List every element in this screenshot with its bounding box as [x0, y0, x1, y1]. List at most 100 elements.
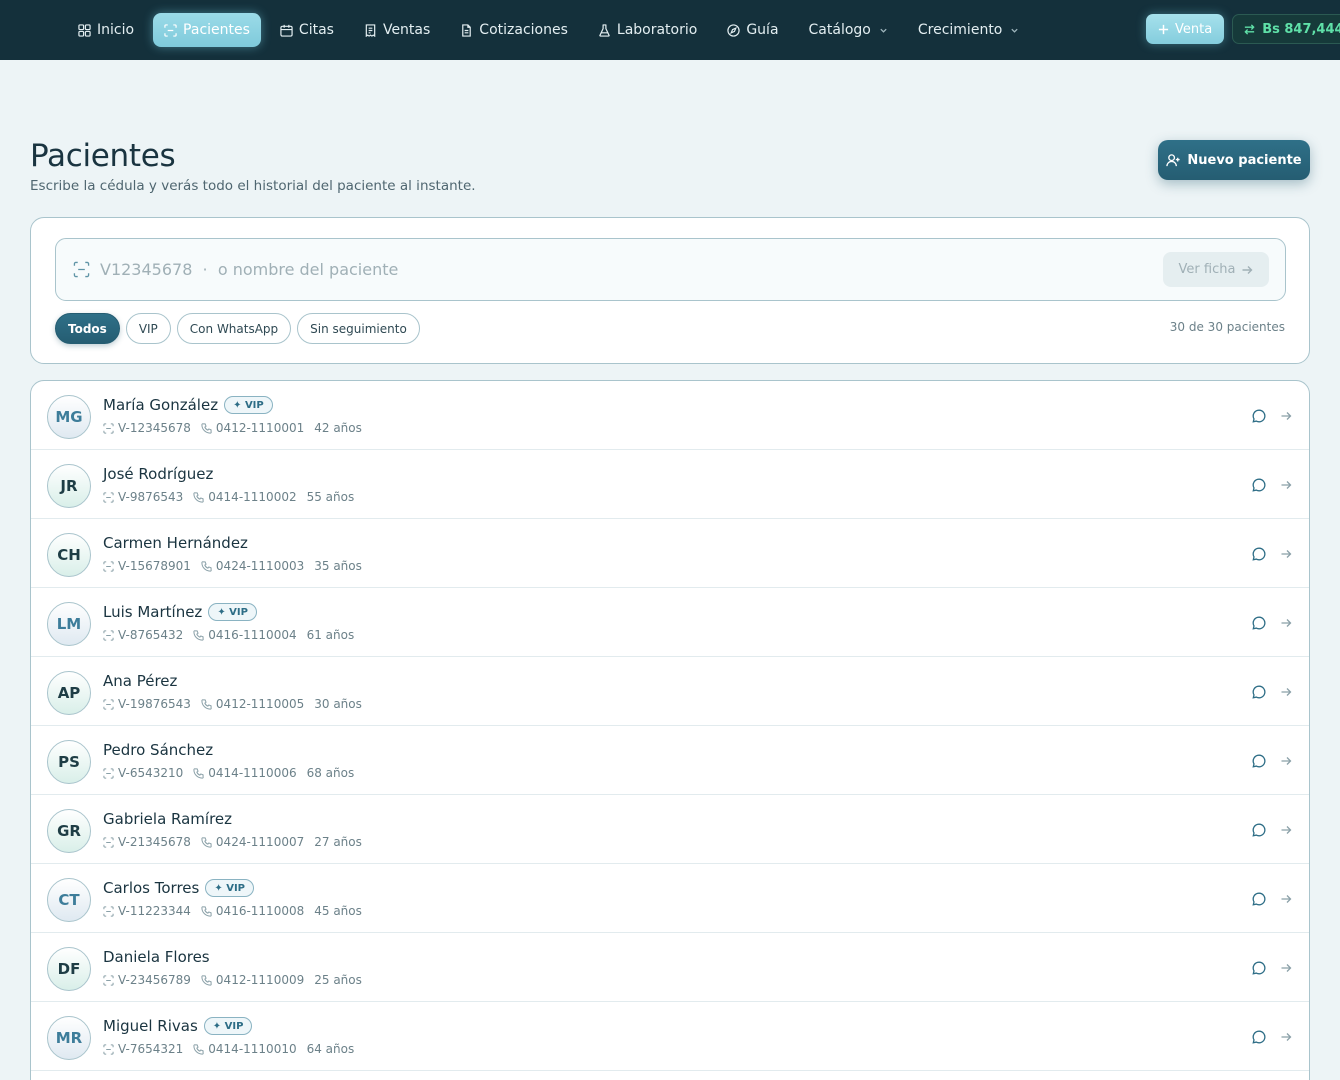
- search-input[interactable]: [100, 249, 1140, 290]
- nav-item-label: Citas: [298, 22, 334, 38]
- chevron-down-icon: [880, 28, 887, 33]
- patient-age: 30 años: [314, 697, 362, 711]
- nav-item-ventas[interactable]: Ventas: [353, 13, 441, 47]
- nav-menu: Inicio Pacientes Citas Ventas Cotizacion…: [67, 13, 1038, 47]
- patient-row[interactable]: DF Daniela Flores V-23456789 0412-111000…: [31, 933, 1309, 1002]
- avatar: MR: [47, 1016, 91, 1060]
- nav-item-label: Laboratorio: [616, 22, 698, 38]
- filter-chip-whatsapp[interactable]: Con WhatsApp: [176, 313, 292, 344]
- phone-icon: [201, 422, 212, 434]
- arrow-right-icon[interactable]: [1280, 1031, 1292, 1043]
- avatar-initials: DF: [57, 960, 81, 978]
- patient-meta: V-6543210 0414-1110006 68 años: [103, 766, 354, 780]
- patient-id: V-15678901: [118, 559, 191, 573]
- nav-item-label: Ventas: [382, 22, 431, 38]
- patient-id: V-9876543: [118, 490, 184, 504]
- arrow-right-icon[interactable]: [1280, 410, 1292, 422]
- avatar: CH: [47, 533, 91, 577]
- top-navbar: Inicio Pacientes Citas Ventas Cotizacion…: [0, 0, 1340, 60]
- whatsapp-icon[interactable]: [1252, 685, 1266, 699]
- whatsapp-icon[interactable]: [1252, 961, 1266, 975]
- patient-row[interactable]: PS Pedro Sánchez V-6543210 0414-1110006 …: [31, 726, 1309, 795]
- whatsapp-icon[interactable]: [1252, 823, 1266, 837]
- patient-row[interactable]: GR Gabriela Ramírez V-21345678 0424-1110…: [31, 795, 1309, 864]
- patient-id: V-12345678: [118, 421, 191, 435]
- nav-item-catalogo[interactable]: Catálogo: [798, 13, 899, 47]
- avatar-initials: AP: [57, 684, 81, 702]
- arrow-right-icon[interactable]: [1280, 617, 1292, 629]
- patient-row[interactable]: JR José Rodríguez V-9876543 0414-1110002…: [31, 450, 1309, 519]
- view-record-button[interactable]: Ver ficha: [1163, 252, 1269, 287]
- patient-phone-group: 0412-1110005: [201, 697, 304, 711]
- patient-meta: V-21345678 0424-1110007 27 años: [103, 835, 362, 849]
- patient-meta: V-8765432 0416-1110004 61 años: [103, 628, 354, 642]
- patient-row[interactable]: LM Luis Martínez ✦ VIP V-8765432 0416-11…: [31, 588, 1309, 657]
- nav-item-guia[interactable]: Guía: [716, 13, 789, 47]
- id-scan-icon: [103, 836, 114, 848]
- patient-row[interactable]: MG María González ✦ VIP V-12345678 0412-…: [31, 381, 1309, 450]
- filter-chip-sin-seguimiento[interactable]: Sin seguimiento: [297, 313, 420, 344]
- vip-badge: ✦ VIP: [224, 396, 273, 414]
- patient-name: Daniela Flores: [103, 948, 210, 966]
- new-sale-label: Venta: [1175, 21, 1213, 37]
- whatsapp-icon[interactable]: [1252, 478, 1266, 492]
- arrow-right-icon[interactable]: [1280, 824, 1292, 836]
- arrow-right-icon[interactable]: [1280, 755, 1292, 767]
- patient-name-line: Miguel Rivas ✦ VIP: [103, 1017, 253, 1035]
- patient-meta: V-7654321 0414-1110010 64 años: [103, 1042, 354, 1056]
- nav-item-cotizaciones[interactable]: Cotizaciones: [449, 13, 579, 47]
- scan-icon: [73, 261, 90, 278]
- new-patient-button[interactable]: Nuevo paciente: [1158, 140, 1310, 180]
- arrow-right-icon[interactable]: [1280, 893, 1292, 905]
- new-sale-button[interactable]: Venta: [1146, 14, 1225, 44]
- avatar-initials: MR: [55, 1029, 83, 1047]
- avatar: MG: [47, 395, 91, 439]
- nav-item-citas[interactable]: Citas: [269, 13, 345, 47]
- filter-chip-vip[interactable]: VIP: [125, 313, 171, 344]
- patient-age: 64 años: [306, 1042, 355, 1056]
- nav-item-label: Inicio: [97, 22, 135, 38]
- whatsapp-icon[interactable]: [1252, 1030, 1266, 1044]
- nav-item-label: Catálogo: [808, 22, 871, 38]
- nav-item-pacientes[interactable]: Pacientes: [153, 13, 261, 47]
- filter-chip-todos[interactable]: Todos: [55, 313, 120, 344]
- patient-meta: V-23456789 0412-1110009 25 años: [103, 973, 362, 987]
- patient-row[interactable]: CH Carmen Hernández V-15678901 0424-1110…: [31, 519, 1309, 588]
- avatar-initials: PS: [58, 753, 80, 771]
- arrow-right-icon[interactable]: [1280, 962, 1292, 974]
- document-icon: [462, 23, 472, 37]
- whatsapp-icon[interactable]: [1252, 547, 1266, 561]
- whatsapp-icon[interactable]: [1252, 754, 1266, 768]
- nav-item-label: Guía: [746, 22, 779, 38]
- arrow-right-icon[interactable]: [1280, 686, 1292, 698]
- patient-name: Pedro Sánchez: [103, 741, 214, 759]
- patient-name-line: Gabriela Ramírez: [103, 810, 232, 828]
- patient-row[interactable]: CT Carlos Torres ✦ VIP V-11223344 0416-1…: [31, 864, 1309, 933]
- avatar-initials: JR: [60, 477, 78, 495]
- patient-age: 25 años: [314, 973, 362, 987]
- patient-row[interactable]: AP Ana Pérez V-19876543 0412-1110005 30 …: [31, 657, 1309, 726]
- whatsapp-icon[interactable]: [1252, 892, 1266, 906]
- whatsapp-icon[interactable]: [1252, 409, 1266, 423]
- nav-item-crecimiento[interactable]: Crecimiento: [907, 13, 1031, 47]
- patient-name-line: Ana Pérez: [103, 672, 177, 690]
- vip-badge: ✦ VIP: [208, 603, 257, 621]
- nav-item-laboratorio[interactable]: Laboratorio: [587, 13, 708, 47]
- nav-item-inicio[interactable]: Inicio: [67, 13, 145, 47]
- id-scan-icon: [103, 767, 114, 779]
- patient-name: Carlos Torres: [103, 879, 200, 897]
- avatar: PS: [47, 740, 91, 784]
- patient-name-line: Luis Martínez ✦ VIP: [103, 603, 257, 621]
- arrow-right-icon[interactable]: [1280, 548, 1292, 560]
- phone-icon: [201, 905, 212, 917]
- whatsapp-icon[interactable]: [1252, 616, 1266, 630]
- patient-age: 27 años: [314, 835, 362, 849]
- avatar-initials: MG: [55, 408, 83, 426]
- nav-item-label: Crecimiento: [917, 22, 1003, 38]
- arrow-right-icon[interactable]: [1280, 479, 1292, 491]
- patient-row[interactable]: MR Miguel Rivas ✦ VIP V-7654321 0414-111…: [31, 1002, 1309, 1071]
- exchange-rate-badge[interactable]: Bs 847,4442: [1232, 14, 1340, 44]
- patient-count: 30 de 30 pacientes: [1169, 320, 1285, 334]
- patient-meta: V-9876543 0414-1110002 55 años: [103, 490, 354, 504]
- avatar-initials: GR: [57, 822, 81, 840]
